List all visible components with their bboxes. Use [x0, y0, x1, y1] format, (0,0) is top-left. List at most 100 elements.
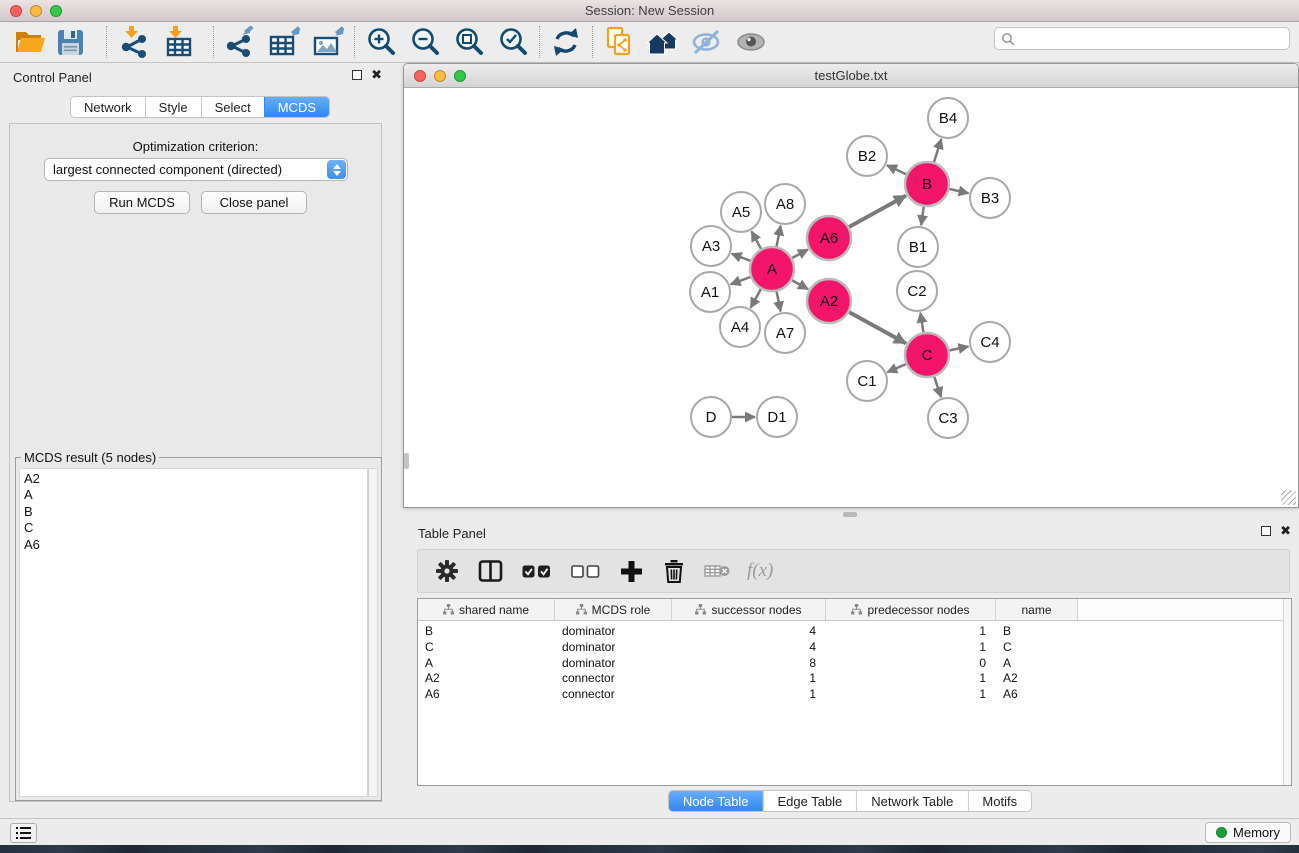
open-session-icon[interactable]: [13, 25, 47, 59]
graph-node-A5[interactable]: A5: [721, 192, 761, 232]
optimization-criterion-dropdown[interactable]: largest connected component (directed): [44, 158, 348, 181]
tab-mcds[interactable]: MCDS: [264, 97, 329, 117]
home-icon[interactable]: [646, 25, 680, 59]
column-header-name[interactable]: name: [996, 599, 1078, 621]
graph-node-B[interactable]: B: [905, 162, 949, 206]
list-item[interactable]: B: [24, 504, 367, 520]
graph-edge-A-A1[interactable]: [731, 277, 751, 284]
tab-network-table[interactable]: Network Table: [856, 791, 967, 811]
close-window-icon[interactable]: [10, 5, 22, 17]
graph-node-C2[interactable]: C2: [897, 271, 937, 311]
add-row-icon[interactable]: [618, 558, 644, 584]
minimize-window-icon[interactable]: [30, 5, 42, 17]
graph-edge-A-A4[interactable]: [751, 289, 761, 308]
show-columns-icon[interactable]: [477, 558, 503, 584]
graph-node-A1[interactable]: A1: [690, 272, 730, 312]
graph-node-A7[interactable]: A7: [765, 313, 805, 353]
close-panel-button[interactable]: Close panel: [201, 191, 307, 214]
save-session-icon[interactable]: [53, 25, 87, 59]
graph-node-A4[interactable]: A4: [720, 307, 760, 347]
tab-network[interactable]: Network: [71, 97, 145, 117]
task-history-button[interactable]: [10, 823, 37, 843]
graph-node-C[interactable]: C: [905, 333, 949, 377]
graph-edge-A2-C[interactable]: [849, 312, 906, 343]
select-all-checkboxes-icon[interactable]: [520, 558, 552, 584]
graph-edge-B-B4[interactable]: [934, 139, 941, 162]
tab-edge-table[interactable]: Edge Table: [762, 791, 856, 811]
tab-select[interactable]: Select: [201, 97, 264, 117]
graph-edge-C-C1[interactable]: [887, 364, 906, 372]
graph-edge-C-C4[interactable]: [950, 346, 969, 350]
close-table-panel-icon[interactable]: ✖: [1280, 526, 1291, 536]
graph-edge-B-B3[interactable]: [949, 189, 968, 193]
graph-edge-A6-B[interactable]: [849, 196, 906, 227]
network-vscrollbar-thumb[interactable]: [404, 453, 409, 469]
graph-node-A6[interactable]: A6: [807, 216, 851, 260]
graph-node-B3[interactable]: B3: [970, 178, 1010, 218]
export-image-icon[interactable]: [311, 25, 345, 59]
graph-edge-A-A5[interactable]: [752, 231, 762, 248]
graph-node-B1[interactable]: B1: [898, 227, 938, 267]
function-builder-icon[interactable]: f(x): [747, 560, 773, 582]
column-header-successor[interactable]: successor nodes: [672, 599, 826, 621]
column-header-predecessor[interactable]: predecessor nodes: [826, 599, 996, 621]
network-canvas[interactable]: B4B2BB3A8A5A6A3B1AA1C2A2A4A7C4CC1C3DD1: [404, 88, 1298, 507]
deselect-all-checkboxes-icon[interactable]: [569, 558, 601, 584]
graph-edge-C-C3[interactable]: [934, 377, 941, 397]
graph-node-D1[interactable]: D1: [757, 397, 797, 437]
graph-node-A[interactable]: A: [750, 247, 794, 291]
table-row[interactable]: Bdominator41B: [418, 623, 1078, 639]
search-input[interactable]: [1015, 29, 1289, 48]
graph-edge-A-A2[interactable]: [792, 280, 808, 289]
result-scrollbar[interactable]: [368, 468, 378, 797]
export-table-icon[interactable]: [267, 25, 301, 59]
graph-edge-A-A3[interactable]: [732, 254, 751, 261]
list-item[interactable]: A2: [24, 471, 367, 487]
graph-node-B2[interactable]: B2: [847, 136, 887, 176]
float-table-panel-icon[interactable]: [1261, 526, 1271, 536]
network-hscrollbar-thumb[interactable]: [843, 512, 857, 517]
graph-node-C1[interactable]: C1: [847, 361, 887, 401]
tab-node-table[interactable]: Node Table: [669, 791, 763, 811]
close-panel-icon[interactable]: ✖: [371, 70, 382, 80]
table-row[interactable]: A2connector11A2: [418, 670, 1078, 686]
float-panel-icon[interactable]: [352, 70, 362, 80]
zoom-network-icon[interactable]: [454, 70, 466, 82]
graph-node-D[interactable]: D: [691, 397, 731, 437]
hide-graphics-details-icon[interactable]: [690, 25, 724, 59]
import-network-icon[interactable]: [116, 25, 150, 59]
graph-node-A3[interactable]: A3: [691, 226, 731, 266]
import-table-icon[interactable]: [160, 25, 194, 59]
table-row[interactable]: Adominator80A: [418, 655, 1078, 671]
zoom-window-icon[interactable]: [50, 5, 62, 17]
graph-node-A8[interactable]: A8: [765, 184, 805, 224]
refresh-view-icon[interactable]: [549, 25, 583, 59]
graph-edge-A-A6[interactable]: [792, 249, 808, 258]
memory-button[interactable]: Memory: [1205, 822, 1291, 843]
minimize-network-icon[interactable]: [434, 70, 446, 82]
delete-table-icon[interactable]: [704, 558, 730, 584]
clone-network-icon[interactable]: [602, 25, 636, 59]
column-header-mcds_role[interactable]: MCDS role: [555, 599, 672, 621]
zoom-out-icon[interactable]: [408, 25, 442, 59]
column-header-shared_name[interactable]: shared name: [418, 599, 555, 621]
tab-style[interactable]: Style: [145, 97, 201, 117]
zoom-selected-icon[interactable]: [496, 25, 530, 59]
run-mcds-button[interactable]: Run MCDS: [94, 191, 190, 214]
graph-node-C4[interactable]: C4: [970, 322, 1010, 362]
graph-node-A2[interactable]: A2: [807, 279, 851, 323]
graph-edge-A-A7[interactable]: [777, 292, 781, 312]
table-row[interactable]: Cdominator41C: [418, 639, 1078, 655]
zoom-fit-icon[interactable]: [452, 25, 486, 59]
graph-node-B4[interactable]: B4: [928, 98, 968, 138]
graph-edge-A-A8[interactable]: [777, 226, 781, 247]
table-options-icon[interactable]: [434, 558, 460, 584]
export-network-icon[interactable]: [223, 25, 257, 59]
graph-edge-C-C2[interactable]: [920, 313, 923, 333]
graph-edge-B-B2[interactable]: [887, 165, 906, 174]
search-box[interactable]: [994, 27, 1290, 50]
zoom-in-icon[interactable]: [364, 25, 398, 59]
list-item[interactable]: A: [24, 487, 367, 503]
delete-rows-icon[interactable]: [661, 558, 687, 584]
show-graphics-details-icon[interactable]: [734, 25, 768, 59]
